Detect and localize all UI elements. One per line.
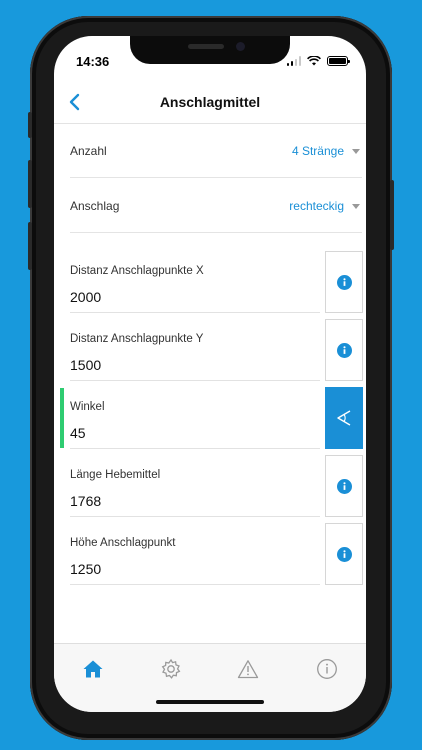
anzahl-label: Anzahl — [70, 144, 107, 158]
anschlag-select[interactable]: Anschlag rechteckig — [70, 179, 362, 233]
volume-up-button — [28, 160, 32, 208]
home-indicator — [156, 700, 264, 704]
tab-info[interactable] — [314, 656, 340, 682]
distanz-y-value[interactable]: 1500 — [70, 357, 101, 373]
angle-icon — [337, 410, 351, 426]
active-field-marker — [60, 388, 64, 448]
hoehe-anschlagpunkt-field[interactable]: Höhe Anschlagpunkt 1250 — [70, 523, 320, 585]
tab-warnings[interactable] — [235, 656, 261, 682]
anschlag-label: Anschlag — [70, 199, 120, 213]
app-screen: 14:36 Anschlagmittel Anzahl 4 Stränge An… — [54, 36, 366, 712]
winkel-value[interactable]: 45 — [70, 425, 86, 441]
hoehe-anschlagpunkt-label: Höhe Anschlagpunkt — [70, 537, 176, 549]
distanz-x-info-button[interactable] — [325, 251, 363, 313]
warning-icon — [237, 660, 259, 679]
tab-home[interactable] — [80, 656, 106, 682]
winkel-field[interactable]: Winkel 45 — [70, 387, 320, 449]
battery-icon — [327, 56, 350, 66]
home-icon — [83, 660, 103, 678]
page-title: Anschlagmittel — [159, 94, 261, 110]
laenge-hebemittel-info-button[interactable] — [325, 455, 363, 517]
mute-switch — [28, 112, 32, 138]
status-time: 14:36 — [76, 54, 110, 69]
winkel-angle-button[interactable] — [325, 387, 363, 449]
nav-bar: Anschlagmittel — [54, 80, 366, 124]
wifi-icon — [307, 56, 321, 66]
power-button — [390, 180, 394, 250]
notch — [130, 36, 290, 64]
caret-down-icon — [352, 204, 360, 209]
laenge-hebemittel-label: Länge Hebemittel — [70, 469, 161, 481]
distanz-y-label: Distanz Anschlagpunkte Y — [70, 333, 204, 345]
info-icon — [336, 342, 352, 358]
winkel-label: Winkel — [70, 401, 105, 413]
gear-icon — [161, 658, 181, 679]
distanz-y-info-button[interactable] — [325, 319, 363, 381]
caret-down-icon — [352, 149, 360, 154]
info-icon — [336, 274, 352, 290]
status-icons — [286, 56, 350, 66]
distanz-x-value[interactable]: 2000 — [70, 289, 101, 305]
tab-settings[interactable] — [158, 656, 184, 682]
signal-icon — [286, 56, 301, 66]
anzahl-value: 4 Stränge — [291, 144, 344, 158]
volume-down-button — [28, 222, 32, 270]
laenge-hebemittel-value[interactable]: 1768 — [70, 493, 101, 509]
info-icon — [336, 546, 352, 562]
laenge-hebemittel-field[interactable]: Länge Hebemittel 1768 — [70, 455, 320, 517]
distanz-x-label: Distanz Anschlagpunkte X — [70, 265, 204, 277]
distanz-x-field[interactable]: Distanz Anschlagpunkte X 2000 — [70, 251, 320, 313]
hoehe-anschlagpunkt-info-button[interactable] — [325, 523, 363, 585]
anzahl-select[interactable]: Anzahl 4 Stränge — [70, 124, 362, 178]
hoehe-anschlagpunkt-value[interactable]: 1250 — [70, 561, 101, 577]
info-circle-icon — [317, 659, 337, 679]
info-icon — [336, 478, 352, 494]
distanz-y-field[interactable]: Distanz Anschlagpunkte Y 1500 — [70, 319, 320, 381]
anschlag-value: rechteckig — [289, 199, 344, 213]
